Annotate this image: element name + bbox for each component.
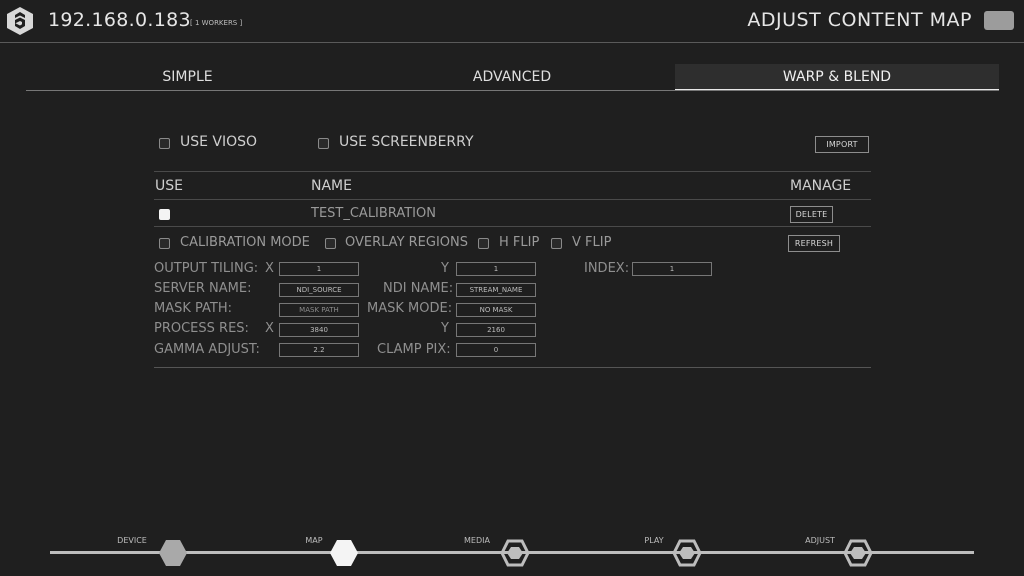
refresh-button[interactable]: REFRESH bbox=[788, 235, 840, 252]
process-res-y-input[interactable]: 2160 bbox=[456, 323, 536, 337]
row-use-checkbox[interactable] bbox=[159, 209, 170, 220]
use-vioso-checkbox[interactable] bbox=[159, 138, 170, 149]
media-step-hex-icon[interactable] bbox=[500, 539, 530, 567]
index-label: INDEX: bbox=[584, 261, 630, 276]
column-header-use: USE bbox=[155, 178, 183, 194]
app-logo-icon bbox=[7, 7, 33, 35]
step-label-media: MEDIA bbox=[464, 536, 490, 545]
server-name-input[interactable]: NDI_SOURCE bbox=[279, 283, 359, 297]
process-res-label: PROCESS RES: bbox=[154, 321, 249, 336]
h-flip-label: H FLIP bbox=[499, 235, 540, 250]
step-label-device: DEVICE bbox=[117, 536, 147, 545]
v-flip-checkbox[interactable] bbox=[551, 238, 562, 249]
divider bbox=[154, 226, 871, 227]
output-tiling-label: OUTPUT TILING: bbox=[154, 261, 259, 276]
use-screenberry-checkbox[interactable] bbox=[318, 138, 329, 149]
output-tiling-x-label: X bbox=[265, 261, 274, 276]
ndi-name-label: NDI NAME: bbox=[383, 281, 454, 296]
server-name-label: SERVER NAME: bbox=[154, 281, 252, 296]
column-header-manage: MANAGE bbox=[790, 178, 852, 194]
clamp-pix-input[interactable]: 0 bbox=[456, 343, 536, 357]
divider bbox=[154, 367, 871, 368]
divider bbox=[154, 199, 871, 200]
gamma-adjust-label: GAMMA ADJUST: bbox=[154, 342, 260, 357]
output-tiling-y-input[interactable]: 1 bbox=[456, 262, 536, 276]
step-label-adjust: ADJUST bbox=[805, 536, 835, 545]
top-bar: 192.168.0.183 [ 1 WORKERS ] ADJUST CONTE… bbox=[0, 0, 1024, 43]
server-ip: 192.168.0.183 bbox=[48, 9, 191, 31]
device-step-hex-icon[interactable] bbox=[158, 539, 188, 567]
output-tiling-x-input[interactable]: 1 bbox=[279, 262, 359, 276]
workers-count: [ 1 WORKERS ] bbox=[190, 19, 243, 27]
delete-button[interactable]: DELETE bbox=[790, 206, 833, 223]
index-input[interactable]: 1 bbox=[632, 262, 712, 276]
clamp-pix-label: CLAMP PIX: bbox=[377, 342, 451, 357]
tabs-divider bbox=[26, 90, 999, 91]
mask-mode-label: MASK MODE: bbox=[367, 301, 453, 316]
v-flip-label: V FLIP bbox=[572, 235, 612, 250]
adjust-step-hex-icon[interactable] bbox=[843, 539, 873, 567]
calibration-mode-checkbox[interactable] bbox=[159, 238, 170, 249]
map-step-hex-icon[interactable] bbox=[329, 539, 359, 567]
process-res-x-input[interactable]: 3840 bbox=[279, 323, 359, 337]
process-res-y-label: Y bbox=[441, 321, 449, 336]
mask-path-input[interactable]: MASK PATH bbox=[279, 303, 359, 317]
menu-button[interactable] bbox=[984, 11, 1014, 30]
row-name: TEST_CALIBRATION bbox=[311, 206, 436, 221]
ndi-name-input[interactable]: STREAM_NAME bbox=[456, 283, 536, 297]
mask-path-label: MASK PATH: bbox=[154, 301, 233, 316]
tab-advanced[interactable]: ADVANCED bbox=[350, 64, 674, 90]
overlay-regions-checkbox[interactable] bbox=[325, 238, 336, 249]
mask-mode-select[interactable]: NO MASK bbox=[456, 303, 536, 317]
tab-warp-blend[interactable]: WARP & BLEND bbox=[675, 64, 999, 91]
column-header-name: NAME bbox=[311, 178, 352, 194]
use-screenberry-label: USE SCREENBERRY bbox=[339, 134, 474, 150]
tab-simple[interactable]: SIMPLE bbox=[26, 64, 349, 90]
calibration-mode-label: CALIBRATION MODE bbox=[180, 235, 310, 250]
overlay-regions-label: OVERLAY REGIONS bbox=[345, 235, 469, 250]
divider bbox=[154, 171, 871, 172]
h-flip-checkbox[interactable] bbox=[478, 238, 489, 249]
gamma-adjust-input[interactable]: 2.2 bbox=[279, 343, 359, 357]
process-res-x-label: X bbox=[265, 321, 274, 336]
play-step-hex-icon[interactable] bbox=[672, 539, 702, 567]
page-title: ADJUST CONTENT MAP bbox=[747, 9, 972, 31]
use-vioso-label: USE VIOSO bbox=[180, 134, 258, 150]
output-tiling-y-label: Y bbox=[441, 261, 449, 276]
import-button[interactable]: IMPORT bbox=[815, 136, 869, 153]
